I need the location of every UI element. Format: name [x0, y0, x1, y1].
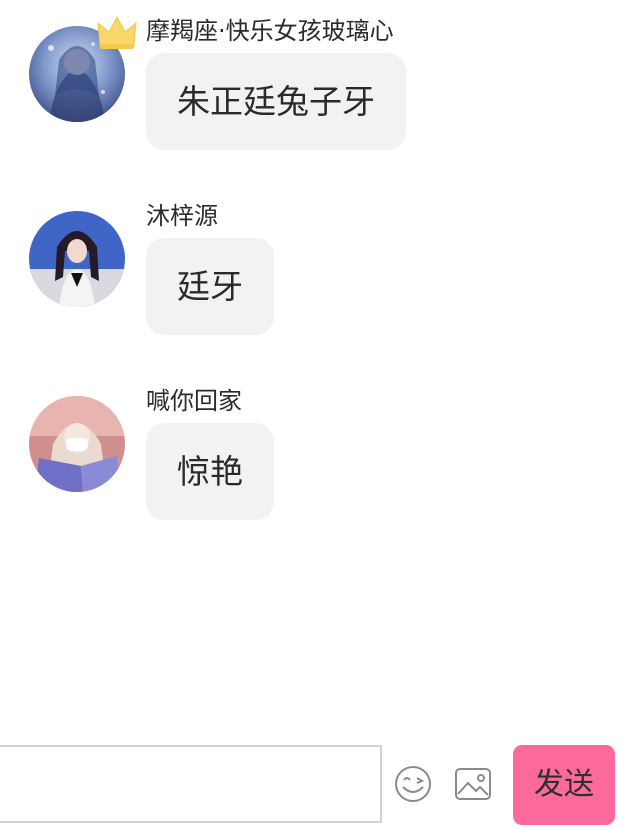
- avatar[interactable]: [29, 211, 125, 307]
- message-bubble[interactable]: 朱正廷兔子牙: [146, 53, 406, 150]
- sender-name: 喊你回家: [146, 387, 242, 415]
- crown-icon: [97, 15, 137, 49]
- message-bubble[interactable]: 廷牙: [146, 238, 274, 335]
- message-input[interactable]: [0, 745, 382, 823]
- message-composer: 发送: [0, 745, 629, 829]
- sender-name: 沐梓源: [146, 202, 218, 230]
- sender-name: 摩羯座·快乐女孩玻璃心: [146, 17, 394, 45]
- avatar[interactable]: [29, 396, 125, 492]
- send-button[interactable]: 发送: [513, 745, 615, 825]
- message-bubble[interactable]: 惊艳: [146, 423, 274, 520]
- image-icon[interactable]: [453, 764, 493, 804]
- smiley-icon[interactable]: [393, 764, 433, 804]
